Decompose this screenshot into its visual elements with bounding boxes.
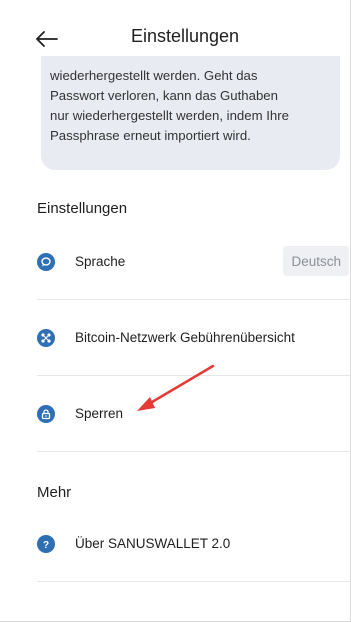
- svg-text:?: ?: [43, 540, 49, 550]
- language-value-badge[interactable]: Deutsch: [283, 246, 349, 276]
- more-item-label: Über SANUSWALLET 2.0: [75, 536, 231, 551]
- network-icon: [37, 328, 55, 347]
- chat-bubble-icon: [37, 252, 55, 271]
- settings-item-label: Sprache: [75, 254, 126, 269]
- info-line: wiederhergestellt werden. Geht das: [50, 68, 258, 83]
- page-title: Einstellungen: [130, 26, 240, 46]
- settings-item-language[interactable]: Sprache Deutsch: [37, 224, 350, 300]
- info-box: wiederhergestellt werden. Geht das Passw…: [41, 56, 340, 170]
- settings-item-label: Bitcoin-Netzwerk Gebührenübersicht: [75, 330, 295, 345]
- more-item-about[interactable]: ? Über SANUSWALLET 2.0: [37, 506, 350, 582]
- settings-item-lock[interactable]: Sperren: [37, 376, 350, 452]
- settings-screen: Einstellungen wiederhergestellt werden. …: [0, 0, 351, 622]
- section-title-settings: Einstellungen: [37, 200, 128, 217]
- info-line: Passwort verloren, kann das Guthaben: [50, 88, 278, 103]
- section-title-more: Mehr: [37, 484, 72, 501]
- help-icon: ?: [37, 534, 55, 553]
- info-line: nur wiederhergestellt werden, indem Ihre: [50, 108, 289, 123]
- lock-icon: [37, 404, 55, 423]
- info-line: Passphrase erneut importiert wird.: [50, 128, 251, 143]
- settings-item-label: Sperren: [75, 406, 124, 421]
- settings-item-network-fees[interactable]: Bitcoin-Netzwerk Gebührenübersicht: [37, 300, 350, 376]
